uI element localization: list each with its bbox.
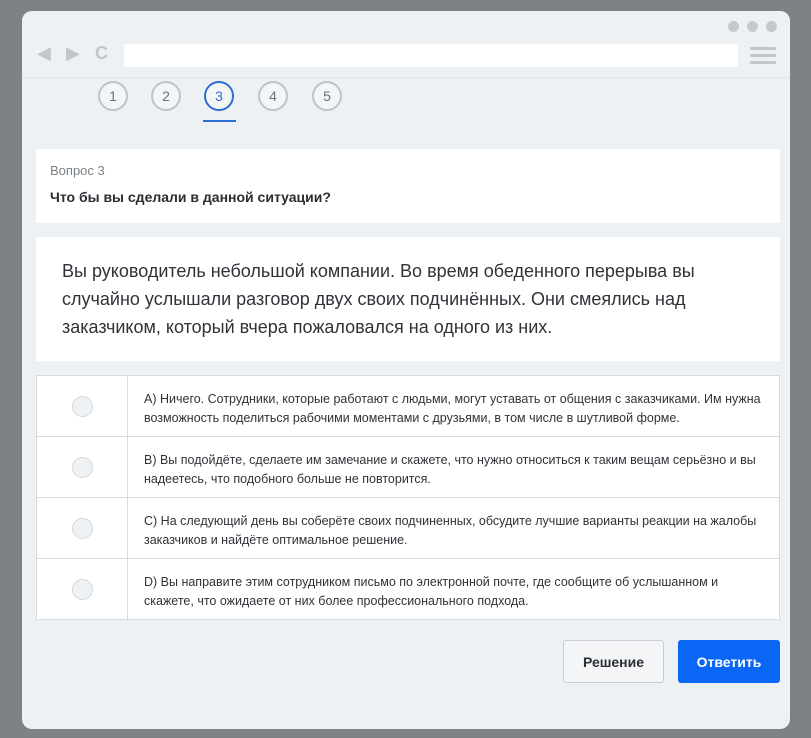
step-4[interactable]: 4 (258, 81, 288, 111)
step-1[interactable]: 1 (98, 81, 128, 111)
browser-window: ◀ ▶ C 1 2 3 4 5 Вопрос 3 Что бы вы сдела… (22, 11, 790, 729)
back-arrow-icon[interactable]: ◀ (37, 44, 51, 62)
question-stepper: 1 2 3 4 5 (22, 77, 790, 128)
question-title: Что бы вы сделали в данной ситуации? (50, 189, 331, 205)
window-dot[interactable] (728, 21, 739, 32)
radio-cell (37, 437, 128, 497)
window-dot[interactable] (766, 21, 777, 32)
reload-icon[interactable]: C (95, 44, 108, 62)
step-3[interactable]: 3 (204, 81, 234, 111)
address-bar[interactable] (124, 44, 738, 67)
window-controls (728, 21, 777, 32)
active-step-indicator (203, 120, 236, 122)
answer-options: А) Ничего. Сотрудники, которые работают … (36, 375, 780, 620)
window-dot[interactable] (747, 21, 758, 32)
radio-button[interactable] (71, 395, 93, 417)
answer-option-d[interactable]: D) Вы направите этим сотрудником письмо … (37, 559, 779, 619)
answer-option-a[interactable]: А) Ничего. Сотрудники, которые работают … (37, 376, 779, 437)
forward-arrow-icon[interactable]: ▶ (66, 44, 80, 62)
step-2[interactable]: 2 (151, 81, 181, 111)
radio-button[interactable] (71, 578, 93, 600)
browser-toolbar: ◀ ▶ C (22, 11, 790, 77)
step-5[interactable]: 5 (312, 81, 342, 111)
option-text: B) Вы подойдёте, сделаете им замечание и… (144, 453, 756, 486)
answer-option-c[interactable]: C) На следующий день вы соберёте своих п… (37, 498, 779, 559)
answer-button[interactable]: Ответить (678, 640, 780, 683)
option-text: D) Вы направите этим сотрудником письмо … (144, 575, 719, 608)
option-text: А) Ничего. Сотрудники, которые работают … (144, 392, 761, 425)
situation-card: Вы руководитель небольшой компании. Во в… (36, 237, 780, 361)
radio-button[interactable] (71, 456, 93, 478)
radio-cell (37, 559, 128, 619)
question-number: Вопрос 3 (50, 163, 105, 178)
radio-cell (37, 376, 128, 436)
option-text: C) На следующий день вы соберёте своих п… (144, 514, 757, 547)
situation-text: Вы руководитель небольшой компании. Во в… (62, 261, 695, 337)
menu-icon[interactable] (750, 47, 776, 68)
radio-button[interactable] (71, 517, 93, 539)
radio-cell (37, 498, 128, 558)
solution-button[interactable]: Решение (563, 640, 664, 683)
question-header: Вопрос 3 Что бы вы сделали в данной ситу… (36, 149, 780, 223)
answer-option-b[interactable]: B) Вы подойдёте, сделаете им замечание и… (37, 437, 779, 498)
